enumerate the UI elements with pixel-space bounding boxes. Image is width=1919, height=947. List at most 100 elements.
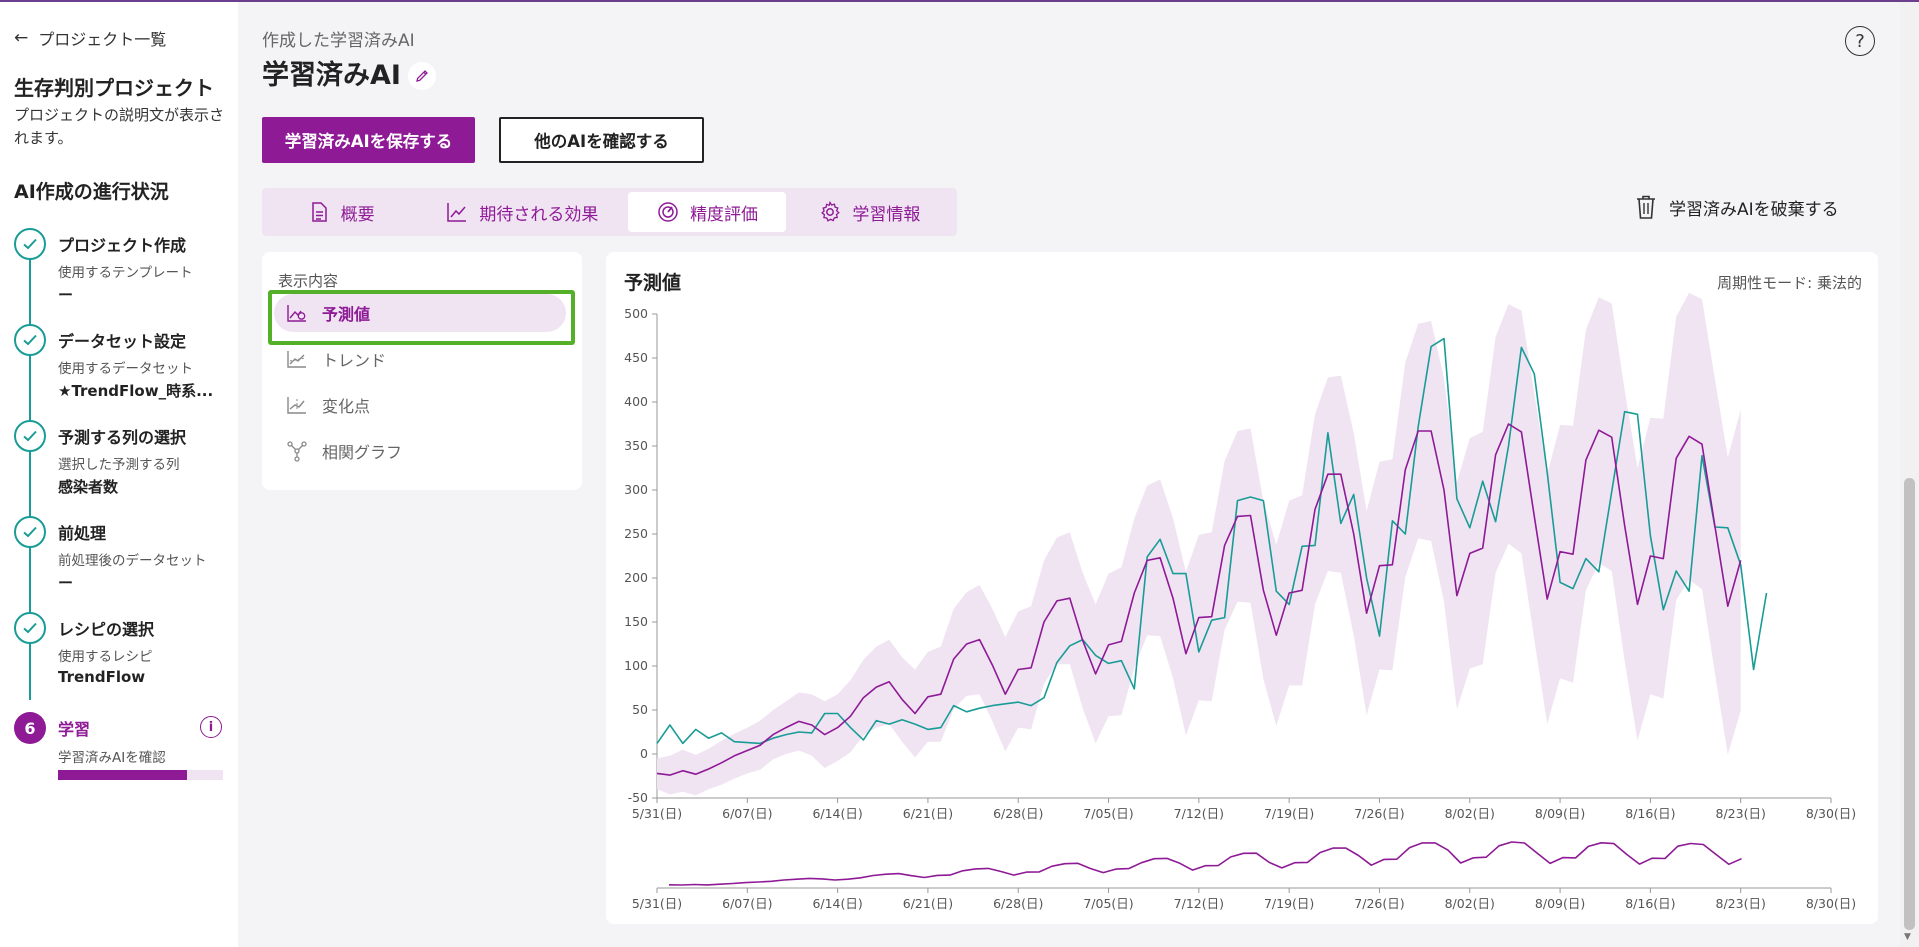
tab-training-info[interactable]: 学習情報 [786, 192, 953, 232]
trash-icon [1637, 195, 1655, 219]
menu-item-label: 相関グラフ [322, 443, 403, 462]
overview-x-tick-label: 8/30(日) [1806, 896, 1856, 911]
prediction-chart[interactable]: -50 0 50 100 150 200 250 300 350 400 450 500 5/31(日)… [606, 252, 1878, 924]
x-tick-label: 8/16(日) [1625, 806, 1675, 821]
save-ai-button[interactable]: 学習済みAIを保存する [262, 117, 475, 163]
arrow-left-icon: ← [14, 28, 29, 48]
x-tick-label: 6/28(日) [993, 806, 1043, 821]
scrollbar-thumb[interactable] [1904, 478, 1915, 930]
check-icon [14, 516, 46, 548]
y-tick-label: 100 [624, 658, 648, 673]
step-sub: 学習済みAIを確認 [58, 750, 166, 766]
help-button[interactable]: ? [1845, 26, 1875, 56]
x-tick-label: 7/19(日) [1264, 806, 1314, 821]
overview-x-tick-label: 6/28(日) [993, 896, 1043, 911]
check-icon [14, 420, 46, 452]
menu-item-change-point[interactable]: 変化点 [274, 386, 566, 424]
step-value: TrendFlow [58, 668, 146, 686]
y-tick-label: 50 [632, 702, 648, 717]
tab-label: 概要 [340, 204, 375, 225]
check-icon [14, 228, 46, 260]
discard-label: 学習済みAIを破棄する [1669, 199, 1839, 220]
menu-heading: 表示内容 [278, 272, 339, 290]
tab-label: 精度評価 [690, 204, 759, 225]
project-description: プロジェクトの説明文が表示されます。 [14, 106, 225, 147]
step-value: ★TrendFlow_時系... [58, 382, 214, 400]
overview-x-tick-label: 7/05(日) [1083, 896, 1133, 911]
step-sub: 使用するレシピ [58, 649, 153, 665]
progress-title: AI作成の進行状況 [14, 181, 169, 203]
tab-accuracy-evaluation[interactable]: 精度評価 [628, 192, 786, 232]
training-progress-fill [58, 770, 187, 780]
step-value: 感染者数 [58, 478, 119, 496]
menu-item-correlation[interactable]: 相関グラフ [274, 432, 566, 470]
overview-x-tick-label: 8/02(日) [1445, 896, 1495, 911]
display-content-menu: 表示内容 予測値 トレンド 変化点 相関グラフ [262, 252, 582, 490]
project-title: 生存判別プロジェクト [14, 76, 214, 100]
window-top-border [0, 0, 1919, 2]
y-tick-label: 250 [624, 526, 648, 541]
training-progress-bar [58, 770, 223, 780]
edit-title-button[interactable] [408, 62, 436, 90]
overview-predicted-line [668, 841, 1742, 886]
overview-x-tick-label: 5/31(日) [632, 896, 682, 911]
x-tick-label: 7/12(日) [1174, 806, 1224, 821]
y-tick-label: 200 [624, 570, 648, 585]
tab-overview[interactable]: 概要 [266, 192, 415, 232]
overview-x-tick-label: 8/09(日) [1535, 896, 1585, 911]
overview-x-tick-label: 7/12(日) [1174, 896, 1224, 911]
x-tick-label: 8/02(日) [1445, 806, 1495, 821]
overview-x-tick-label: 8/23(日) [1716, 896, 1766, 911]
x-tick-label: 6/14(日) [812, 806, 862, 821]
correlation-graph-icon [287, 441, 307, 462]
step-sub: 使用するデータセット [58, 361, 193, 377]
overview-x-tick-label: 6/14(日) [812, 896, 862, 911]
discard-ai-button[interactable]: 学習済みAIを破棄する [1635, 194, 1839, 220]
tab-expected-effect[interactable]: 期待される効果 [415, 192, 628, 232]
x-tick-label: 8/09(日) [1535, 806, 1585, 821]
page-title: 学習済みAI [262, 60, 401, 91]
change-point-icon [287, 397, 306, 414]
prediction-chart-card: 予測値 周期性モード: 乗法的 -50 0 50 100 150 200 250 300 350… [606, 252, 1878, 924]
tab-label: 期待される効果 [479, 204, 599, 225]
menu-item-label: 変化点 [322, 397, 371, 416]
step-name: プロジェクト作成 [58, 236, 187, 255]
step-name: 前処理 [58, 524, 107, 543]
trend-chart-icon [287, 351, 306, 368]
menu-item-predicted[interactable]: 予測値 [274, 294, 566, 332]
gauge-icon [658, 202, 678, 222]
check-icon [14, 612, 46, 644]
y-tick-label: 450 [624, 350, 648, 365]
breadcrumb: 作成した学習済みAI [262, 31, 415, 51]
step-value: ー [58, 286, 74, 304]
y-tick-label: 300 [624, 482, 648, 497]
x-tick-label: 5/31(日) [632, 806, 682, 821]
step-value: ー [58, 574, 74, 592]
step-name: 学習 [58, 720, 91, 739]
overview-x-tick-label: 6/07(日) [722, 896, 772, 911]
line-chart-icon [447, 203, 467, 222]
gear-icon [821, 200, 841, 222]
info-icon[interactable]: i [200, 716, 222, 738]
view-other-ai-button[interactable]: 他のAIを確認する [499, 117, 704, 163]
x-tick-label: 8/23(日) [1716, 806, 1766, 821]
step-sub: 使用するテンプレート [58, 265, 193, 281]
y-tick-label: 0 [640, 746, 648, 761]
back-to-projects-link[interactable]: ← プロジェクト一覧 [14, 26, 166, 50]
x-tick-label: 7/26(日) [1354, 806, 1404, 821]
overview-x-tick-label: 6/21(日) [903, 896, 953, 911]
overview-x-tick-label: 7/26(日) [1354, 896, 1404, 911]
check-icon [14, 324, 46, 356]
tab-label: 学習情報 [852, 204, 921, 225]
step-number-badge: 6 [14, 712, 46, 744]
step-sub: 前処理後のデータセット [58, 553, 207, 569]
step-name: 予測する列の選択 [58, 428, 187, 447]
scroll-down-arrow-icon[interactable]: ▼ [1904, 932, 1911, 942]
y-tick-label: 150 [624, 614, 648, 629]
step-name: データセット設定 [58, 332, 187, 351]
menu-item-trend[interactable]: トレンド [274, 340, 566, 378]
y-tick-label: 400 [624, 394, 648, 409]
x-tick-label: 8/30(日) [1806, 806, 1856, 821]
y-tick-label: -50 [628, 790, 648, 805]
overview-x-tick-label: 8/16(日) [1625, 896, 1675, 911]
